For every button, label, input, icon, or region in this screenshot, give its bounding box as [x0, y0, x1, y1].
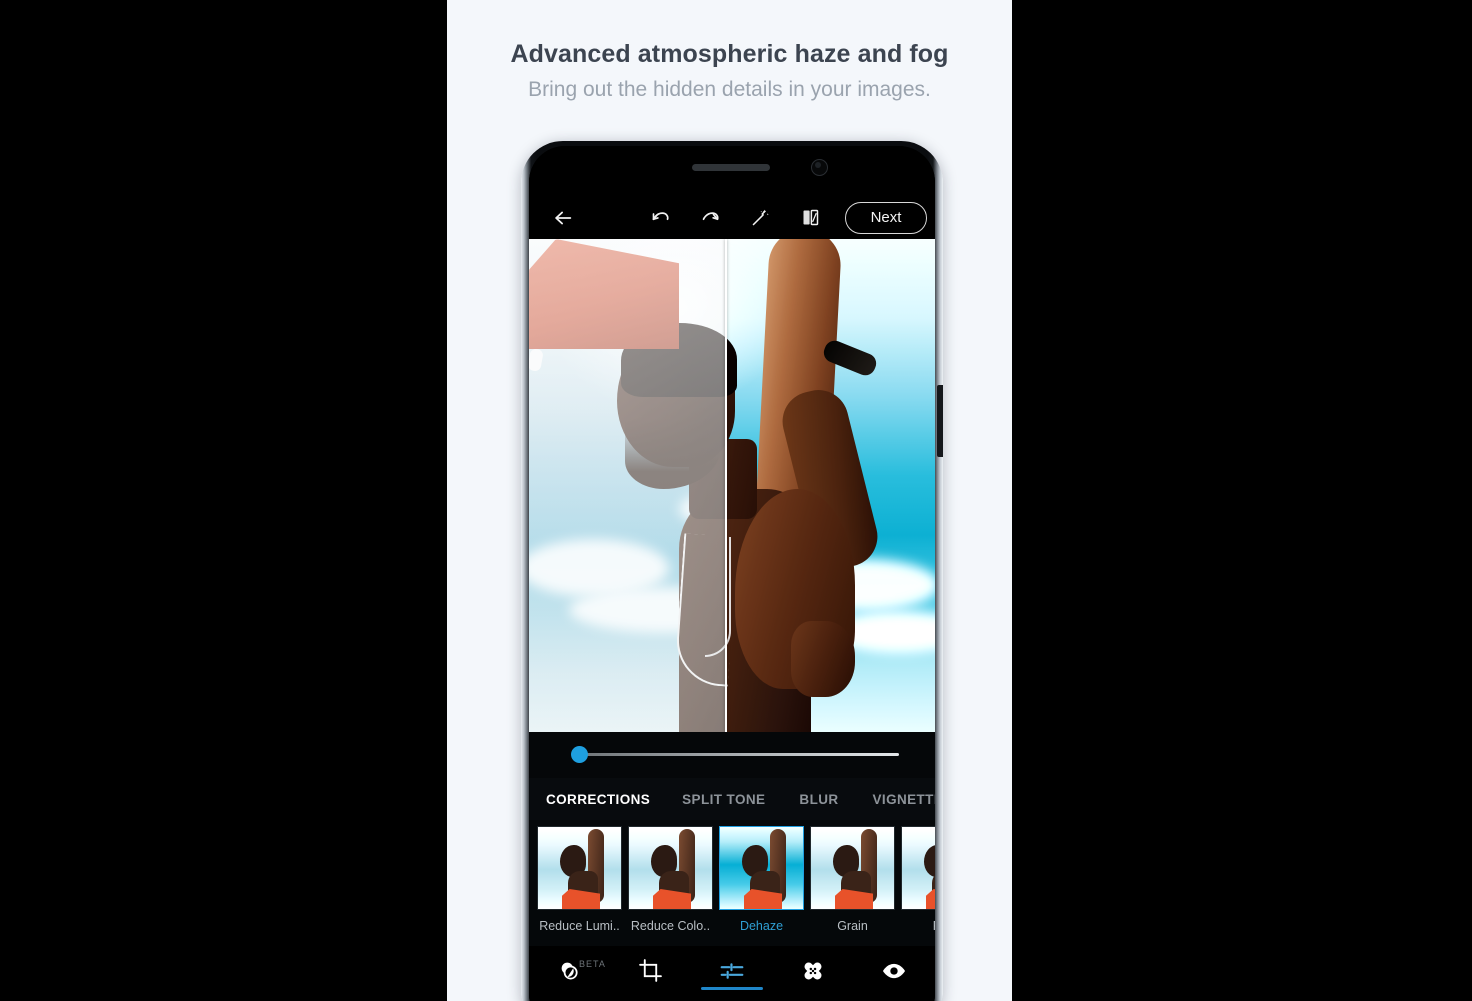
tab-vignette[interactable]: VIGNETTE: [873, 792, 935, 807]
phone-notch-area: [529, 146, 935, 196]
headline-block: Advanced atmospheric haze and fog Bring …: [447, 38, 1012, 103]
filter-thumbnail[interactable]: [628, 826, 713, 910]
tab-corrections[interactable]: CORRECTIONS: [546, 792, 650, 807]
phone-mockup: Next CORRECTIONS SPLIT TONE BLUR VIGNETT…: [521, 141, 943, 1001]
adjustment-slider-row: [529, 732, 935, 778]
nav-healing[interactable]: [773, 958, 854, 984]
filter-label: Fa..: [901, 919, 935, 933]
filter-thumbnail-strip[interactable]: Reduce Lumi.. Reduce Colo.. Dehaze Grain: [529, 820, 935, 946]
page-title: Advanced atmospheric haze and fog: [510, 40, 949, 68]
filter-thumbnail[interactable]: [537, 826, 622, 910]
filter-label: Dehaze: [739, 919, 784, 933]
before-after-compare-icon[interactable]: [793, 201, 827, 235]
filter-thumbnail[interactable]: [810, 826, 895, 910]
slider-knob[interactable]: [571, 746, 588, 763]
power-button[interactable]: [937, 385, 943, 457]
nav-looks-beta[interactable]: BETA: [529, 958, 610, 984]
filter-item[interactable]: Reduce Colo..: [628, 826, 713, 933]
filter-thumbnail[interactable]: [719, 826, 804, 910]
front-camera-icon: [811, 159, 828, 176]
photo-canvas[interactable]: [529, 239, 935, 732]
speaker-grille-icon: [692, 164, 770, 171]
screenshot-root: Advanced atmospheric haze and fog Bring …: [0, 0, 1472, 1001]
filter-label: Grain: [837, 919, 868, 933]
nav-adjustments[interactable]: [691, 958, 772, 990]
filter-label: Reduce Lumi..: [539, 919, 620, 933]
beta-badge: BETA: [579, 959, 606, 969]
phone-screen: Next CORRECTIONS SPLIT TONE BLUR VIGNETT…: [529, 146, 935, 1001]
page-subtitle: Bring out the hidden details in your ima…: [528, 78, 931, 101]
filter-item[interactable]: Fa..: [901, 826, 935, 933]
tab-blur[interactable]: BLUR: [799, 792, 838, 807]
filter-label: Reduce Colo..: [630, 919, 711, 933]
slider-track[interactable]: [577, 753, 899, 756]
redo-icon[interactable]: [693, 201, 727, 235]
filter-thumbnail[interactable]: [901, 826, 935, 910]
bottom-navigation-bar: BETA: [529, 946, 935, 1001]
editor-toolbar: Next: [529, 196, 935, 239]
promo-slide: Advanced atmospheric haze and fog Bring …: [447, 0, 1012, 1001]
back-arrow-icon[interactable]: [546, 201, 580, 235]
magic-wand-icon[interactable]: [743, 201, 777, 235]
undo-icon[interactable]: [643, 201, 677, 235]
filter-item[interactable]: Reduce Lumi..: [537, 826, 622, 933]
effect-tab-bar: CORRECTIONS SPLIT TONE BLUR VIGNETTE: [529, 778, 935, 820]
filter-item[interactable]: Grain: [810, 826, 895, 933]
filter-item-dehaze[interactable]: Dehaze: [719, 826, 804, 933]
tab-split-tone[interactable]: SPLIT TONE: [682, 792, 765, 807]
next-button[interactable]: Next: [845, 201, 927, 234]
active-tab-underline: [701, 987, 763, 990]
nav-preview-eye[interactable]: [854, 958, 935, 984]
split-view-divider[interactable]: [725, 239, 727, 732]
nav-crop[interactable]: [610, 958, 691, 983]
